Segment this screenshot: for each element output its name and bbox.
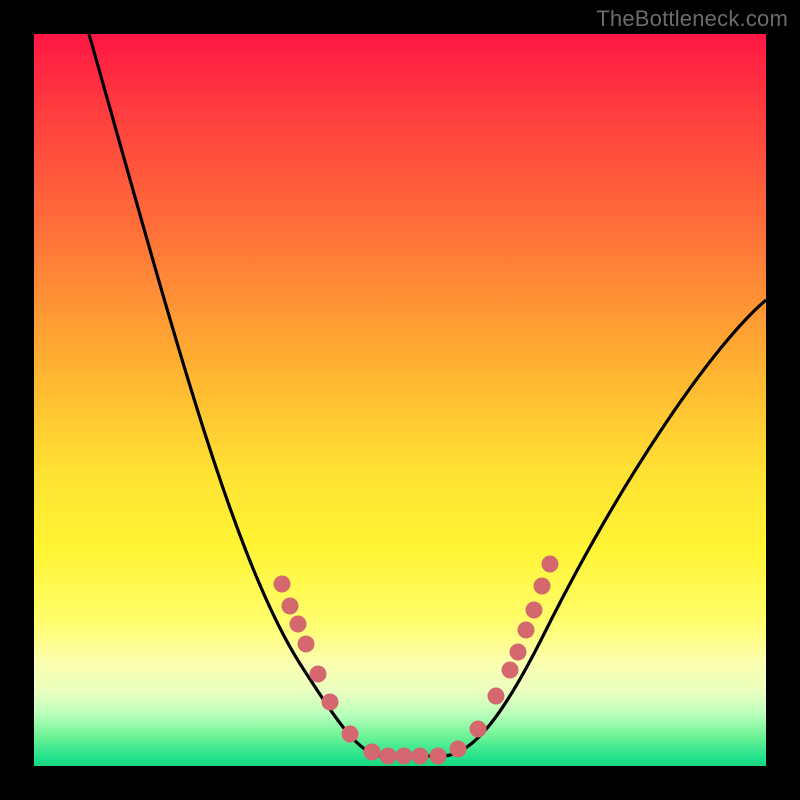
data-point-marker (488, 688, 505, 705)
data-point-marker (298, 636, 315, 653)
plot-area (34, 34, 766, 766)
bottleneck-curve-svg (34, 34, 766, 766)
data-point-marker (542, 556, 559, 573)
data-point-marker (322, 694, 339, 711)
data-point-marker (470, 721, 487, 738)
data-point-marker (274, 576, 291, 593)
data-point-marker (430, 748, 447, 765)
watermark-text: TheBottleneck.com (596, 6, 788, 32)
data-point-marker (450, 741, 467, 758)
data-point-marker (534, 578, 551, 595)
data-point-marker (510, 644, 527, 661)
marker-group (274, 556, 559, 765)
chart-frame: TheBottleneck.com (0, 0, 800, 800)
data-point-marker (282, 598, 299, 615)
data-point-marker (342, 726, 359, 743)
data-point-marker (412, 748, 429, 765)
bottleneck-curve (89, 34, 766, 756)
data-point-marker (290, 616, 307, 633)
data-point-marker (364, 744, 381, 761)
data-point-marker (380, 748, 397, 765)
data-point-marker (310, 666, 327, 683)
data-point-marker (396, 748, 413, 765)
data-point-marker (502, 662, 519, 679)
data-point-marker (526, 602, 543, 619)
data-point-marker (518, 622, 535, 639)
